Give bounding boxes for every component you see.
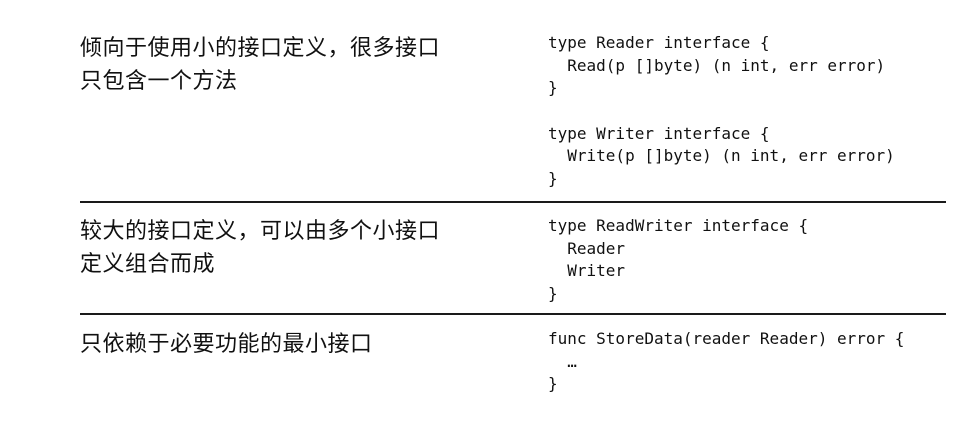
guideline-description: 倾向于使用小的接口定义，很多接口只包含一个方法 <box>80 36 441 94</box>
code-line: type Reader interface { <box>548 33 770 52</box>
guideline-description: 只依赖于必要功能的最小接口 <box>80 332 373 357</box>
code-line: Writer <box>548 261 626 280</box>
code-example: func StoreData(reader Reader) error { …} <box>548 328 904 396</box>
code-line: Read(p []byte) (n int, err error) <box>548 55 886 75</box>
code-line: Reader <box>548 238 626 258</box>
code-example: type ReadWriter interface { Reader Write… <box>548 215 808 305</box>
guideline-row-small-interfaces: 倾向于使用小的接口定义，很多接口只包含一个方法 type Reader inte… <box>80 20 946 200</box>
guideline-description: 较大的接口定义，可以由多个小接口定义组合而成 <box>80 219 441 277</box>
guideline-row-minimal-dependency: 只依赖于必要功能的最小接口 func StoreData(reader Read… <box>80 316 946 426</box>
code-line: … <box>548 351 577 371</box>
row-divider <box>80 313 946 315</box>
code-spacer <box>548 100 895 123</box>
guideline-row-composed-interfaces: 较大的接口定义，可以由多个小接口定义组合而成 type ReadWriter i… <box>80 203 946 313</box>
code-line: Write(p []byte) (n int, err error) <box>548 146 895 165</box>
code-line: } <box>548 374 558 393</box>
code-line: type Writer interface { <box>548 123 770 143</box>
code-line: func StoreData(reader Reader) error { <box>548 329 905 348</box>
code-line: } <box>548 283 558 303</box>
code-line: } <box>548 78 558 97</box>
code-example: type Reader interface { Read(p []byte) (… <box>548 32 895 190</box>
code-line: type ReadWriter interface { <box>548 216 809 235</box>
code-line: } <box>548 168 558 188</box>
